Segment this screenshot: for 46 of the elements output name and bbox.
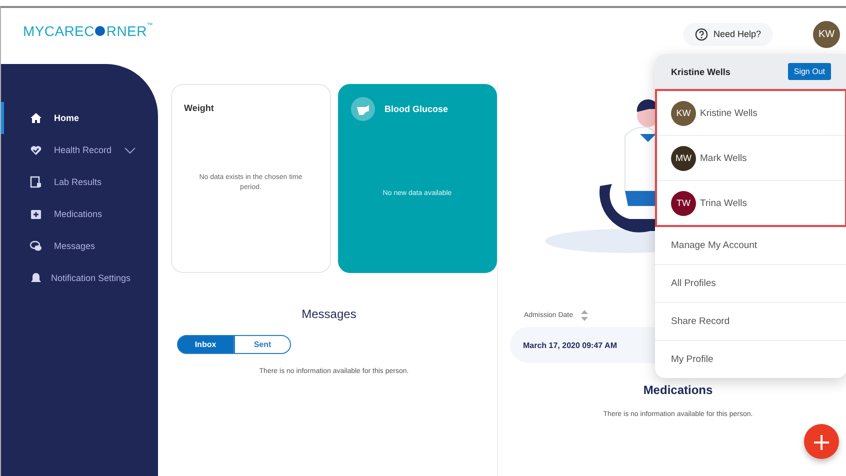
card-title: Blood Glucose: [384, 104, 448, 114]
heart-icon: [30, 144, 42, 156]
sidebar-item[interactable]: Notification Settings: [1, 262, 158, 294]
profile-item[interactable]: KW Kristine Wells: [657, 91, 845, 136]
profile-item[interactable]: MW Mark Wells: [657, 136, 845, 181]
chevron-down-icon: [124, 146, 136, 154]
menu-item[interactable]: Share Record: [655, 303, 846, 341]
help-icon: [695, 28, 708, 40]
sidebar-label: Health Record: [54, 145, 112, 155]
sidebar-item[interactable]: Messages: [1, 230, 158, 262]
menu-item[interactable]: Manage My Account: [655, 227, 846, 265]
add-button[interactable]: +: [804, 424, 839, 459]
sidebar-item[interactable]: Home: [1, 102, 158, 134]
profile-name: Trina Wells: [700, 198, 747, 208]
user-avatar[interactable]: KW: [813, 20, 840, 48]
card-title: Weight: [184, 103, 214, 113]
sort-icon[interactable]: [581, 310, 588, 321]
messages-heading: Messages: [300, 307, 358, 321]
home-icon: [30, 112, 42, 124]
sidebar-label: Messages: [54, 241, 96, 251]
medications-heading: Medications: [642, 383, 714, 397]
profile-name: Mark Wells: [700, 152, 747, 164]
sidebar-item[interactable]: Health Record: [1, 134, 158, 166]
sidebar-label: Notification Settings: [51, 273, 131, 283]
message-tab[interactable]: Inbox: [177, 335, 234, 354]
sidebar-label: Home: [54, 113, 80, 123]
help-button[interactable]: Need Help?: [683, 22, 773, 46]
sidebar-label: Medications: [54, 209, 102, 219]
message-tab[interactable]: Sent: [234, 335, 291, 354]
menu-item[interactable]: All Profiles: [655, 265, 846, 303]
profile-item[interactable]: TW Trina Wells: [657, 181, 845, 225]
profile-avatar: TW: [671, 190, 696, 216]
sidebar-item[interactable]: Medications: [1, 198, 158, 230]
admission-date: March 17, 2020 09:47 AM: [523, 340, 617, 350]
sidebar-item[interactable]: Lab Results: [1, 166, 158, 198]
med-icon: [30, 208, 42, 220]
sign-out-button[interactable]: Sign Out: [788, 63, 831, 80]
profile-avatar: KW: [671, 100, 696, 126]
chat-icon: [30, 240, 42, 252]
profile-name: Kristine Wells: [700, 108, 758, 118]
profile-avatar: MW: [671, 146, 696, 170]
account-name: Kristine Wells: [671, 66, 730, 76]
lab-icon: [30, 176, 42, 188]
menu-item[interactable]: My Profile: [655, 341, 846, 378]
sidebar-label: Lab Results: [54, 177, 102, 187]
bell-icon: [30, 272, 42, 284]
